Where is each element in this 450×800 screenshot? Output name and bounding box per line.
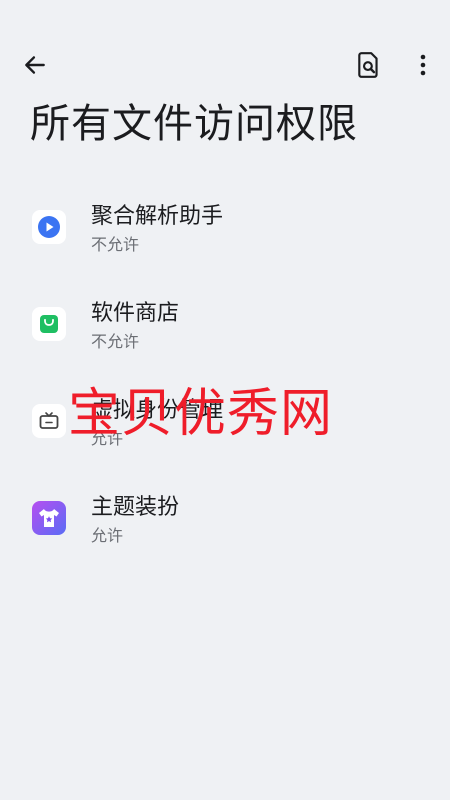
app-list-item[interactable]: 主题装扮 允许 <box>0 471 450 568</box>
tv-icon <box>39 412 59 429</box>
play-icon <box>38 216 60 238</box>
app-icon <box>32 501 66 535</box>
app-list-item[interactable]: 聚合解析助手 不允许 <box>0 180 450 277</box>
app-icon <box>32 404 66 438</box>
app-permission-status: 允许 <box>91 429 124 448</box>
app-name: 聚合解析助手 <box>91 204 224 229</box>
app-icon <box>32 307 66 341</box>
search-button[interactable] <box>352 48 386 82</box>
app-list: 聚合解析助手 不允许 软件商店 不允许 虚拟身份管理 允许 主题装扮 允许 <box>0 180 450 568</box>
shopping-bag-icon <box>40 315 58 333</box>
app-name: 软件商店 <box>91 301 180 326</box>
app-permission-status: 不允许 <box>91 235 140 254</box>
back-button[interactable] <box>18 48 52 82</box>
app-list-item[interactable]: 软件商店 不允许 <box>0 277 450 374</box>
page-title: 所有文件访问权限 <box>30 101 358 147</box>
app-list-item[interactable]: 虚拟身份管理 允许 <box>0 374 450 471</box>
top-app-bar: 所有文件访问权限 <box>0 0 450 147</box>
app-icon <box>32 210 66 244</box>
document-search-icon <box>358 52 378 78</box>
app-name: 虚拟身份管理 <box>91 398 224 423</box>
arrow-left-icon <box>25 56 45 74</box>
more-options-button[interactable] <box>408 48 438 82</box>
app-permission-status: 不允许 <box>91 332 140 351</box>
more-vertical-icon <box>420 54 426 76</box>
app-name: 主题装扮 <box>91 495 180 520</box>
tshirt-star-icon <box>39 509 59 527</box>
app-permission-status: 允许 <box>91 526 124 545</box>
